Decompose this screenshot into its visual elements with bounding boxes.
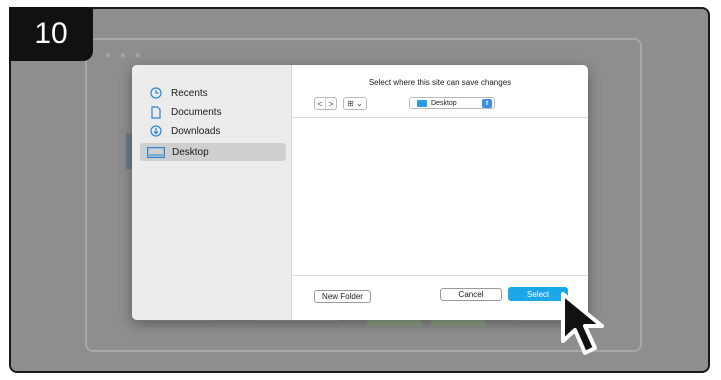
- sidebar-item-label: Recents: [171, 87, 208, 99]
- sidebar-item-downloads[interactable]: Downloads: [140, 122, 286, 140]
- divider: [292, 275, 588, 276]
- sidebar-item-documents[interactable]: Documents: [140, 103, 286, 121]
- location-popup[interactable]: Desktop ⇕: [409, 97, 495, 109]
- mouse-pointer-icon: [561, 292, 604, 355]
- sidebar-item-label: Desktop: [172, 146, 209, 158]
- save-location-dialog: Recents Documents Downloads Desktop Sele…: [132, 65, 588, 320]
- view-options-button[interactable]: ⊞ ⌄: [343, 97, 367, 110]
- sidebar-item-label: Documents: [171, 106, 222, 118]
- sidebar-item-label: Downloads: [171, 125, 221, 137]
- sidebar-item-recents[interactable]: Recents: [140, 84, 286, 102]
- back-button[interactable]: <: [315, 98, 325, 109]
- stepper-icon: ⇕: [482, 98, 492, 108]
- step-number-badge: 10: [9, 7, 93, 61]
- forward-button[interactable]: >: [325, 98, 336, 109]
- file-browser-area[interactable]: [292, 118, 588, 275]
- dialog-main-pane: Select where this site can save changes …: [292, 65, 588, 320]
- document-icon: [149, 105, 163, 119]
- new-folder-button[interactable]: New Folder: [314, 290, 371, 303]
- location-label: Desktop: [431, 99, 457, 107]
- cancel-button[interactable]: Cancel: [440, 288, 502, 301]
- dialog-title: Select where this site can save changes: [368, 78, 512, 87]
- clock-icon: [149, 86, 163, 100]
- dialog-sidebar: Recents Documents Downloads Desktop: [132, 65, 292, 320]
- desktop-icon: [146, 145, 166, 159]
- step-number: 10: [34, 17, 68, 50]
- grid-view-icon: ⊞ ⌄: [347, 99, 363, 108]
- download-icon: [149, 124, 163, 138]
- folder-icon: [417, 99, 427, 107]
- sidebar-item-desktop[interactable]: Desktop: [140, 143, 286, 161]
- navigation-buttons: < >: [314, 97, 337, 110]
- select-button[interactable]: Select: [508, 287, 568, 301]
